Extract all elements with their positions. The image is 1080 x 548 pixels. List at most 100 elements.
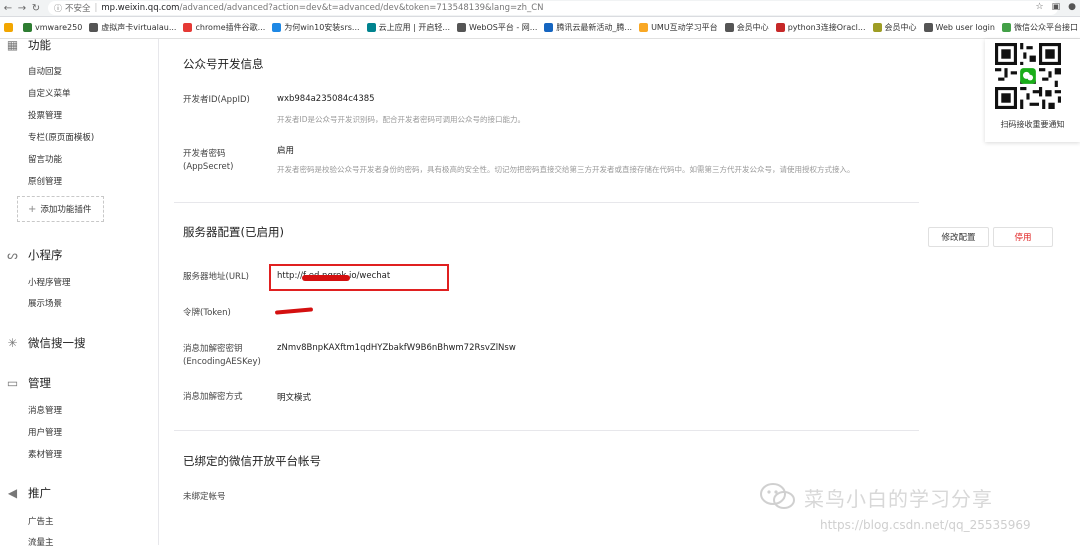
bookmark-favicon-icon <box>923 23 933 32</box>
bookmark-item[interactable]: 会员中心 <box>872 22 917 33</box>
bookmark-item[interactable]: UMU互动学习平台 <box>639 22 718 33</box>
back-icon[interactable]: ← <box>2 3 14 14</box>
bookmark-label: vmware250 <box>35 23 83 32</box>
disable-button[interactable]: 停用 <box>993 227 1053 247</box>
bookmark-label: python3连接Oracl... <box>787 23 866 32</box>
sidebar: ▦ 功能 自动回复 自定义菜单 投票管理 专栏(原页面模板) 留言功能 原创管理… <box>0 37 159 548</box>
aeskey-label: 消息加解密密钥(EncodingAESKey) <box>183 344 261 367</box>
token-redaction-mark <box>274 307 314 315</box>
url-path: /advanced/advanced?action=dev&t=advanced… <box>179 3 544 13</box>
bookmark-item[interactable]: 虚拟声卡virtualau... <box>89 22 176 33</box>
bookmark-favicon-icon <box>724 23 734 32</box>
edit-config-button[interactable]: 修改配置 <box>928 227 989 247</box>
sidebar-item-display-scene[interactable]: 展示场景 <box>28 297 62 309</box>
sidebar-section-manage[interactable]: ▭ 管理 <box>6 375 51 391</box>
bookmark-item[interactable]: 为何win10安装srs... <box>272 22 360 33</box>
sparkle-icon: ✳ <box>7 336 18 350</box>
bookmark-label: 腾讯云最新活动_腾... <box>556 23 633 32</box>
sidebar-item-comments[interactable]: 留言功能 <box>28 153 62 165</box>
sidebar-item-vote[interactable]: 投票管理 <box>28 109 62 121</box>
bookmark-item[interactable]: chrome插件谷歌... <box>183 22 265 33</box>
appid-value: wxb984a235084c4385 <box>277 94 375 104</box>
divider <box>174 202 919 203</box>
wechat-logo-icon <box>760 483 795 509</box>
info-icon[interactable]: ⓘ <box>54 3 62 14</box>
sidebar-section-search[interactable]: ✳ 微信搜一搜 <box>6 335 85 351</box>
appsecret-enable-link[interactable]: 启用 <box>277 144 294 156</box>
bookmark-favicon-icon <box>272 23 282 32</box>
reload-icon[interactable]: ↻ <box>30 3 42 14</box>
megaphone-icon: ◀ <box>7 486 18 500</box>
bookmark-item[interactable]: 会员中心 <box>724 22 769 33</box>
bookmark-favicon-icon <box>183 23 193 32</box>
bookmarks-bar: vmware250 虚拟声卡virtualau... chrome插件谷歌... 为何… <box>0 17 1080 39</box>
bookmark-label: chrome插件谷歌... <box>195 23 266 32</box>
bookmark-favicon-icon <box>457 23 466 32</box>
sidebar-item-original[interactable]: 原创管理 <box>28 175 62 187</box>
bookmark-item[interactable]: 微信公众平台接口 <box>1001 22 1078 33</box>
sidebar-item-miniprogram-manage[interactable]: 小程序管理 <box>28 276 71 288</box>
appsecret-label: 开发者密码(AppSecret) <box>183 149 234 172</box>
address-bar[interactable]: ⓘ 不安全 | mp.weixin.qq.com /advanced/advan… <box>48 1 1058 15</box>
bookmark-label: WebOS平台 - 网... <box>469 23 538 32</box>
bookmark-item[interactable]: Web user login <box>923 23 995 32</box>
bookmark-item[interactable]: WebOS平台 - 网... <box>457 22 537 33</box>
bound-account-value: 未绑定帐号 <box>183 492 226 502</box>
miniprogram-icon: ᔕ <box>7 248 18 262</box>
bookmark-favicon-icon <box>366 23 376 32</box>
sidebar-item-publisher[interactable]: 流量主 <box>28 536 54 548</box>
security-label: 不安全 <box>65 4 91 14</box>
sidebar-item-auto-reply[interactable]: 自动回复 <box>28 65 62 77</box>
bookmark-label: 云上应用 | 开启轻... <box>378 23 450 32</box>
url-host: mp.weixin.qq.com <box>101 3 180 13</box>
redaction-mark <box>302 275 350 281</box>
server-config-title: 服务器配置(已启用) <box>183 225 284 239</box>
sidebar-item-users[interactable]: 用户管理 <box>28 426 62 438</box>
sidebar-item-messages[interactable]: 消息管理 <box>28 404 62 416</box>
bookmark-favicon-icon <box>1001 23 1011 32</box>
appid-description: 开发者ID是公众号开发识别码，配合开发者密码可调用公众号的接口能力。 <box>277 115 525 124</box>
main-content: 公众号开发信息 开发者ID(AppID) wxb984a235084c4385 … <box>159 39 1080 545</box>
extension-icon[interactable]: ▣ <box>1052 2 1061 12</box>
sidebar-item-advertiser[interactable]: 广告主 <box>28 515 54 527</box>
token-label: 令牌(Token) <box>183 308 231 318</box>
appid-label: 开发者ID(AppID) <box>183 95 250 105</box>
sidebar-section-miniprogram[interactable]: ᔕ 小程序 <box>6 247 62 263</box>
bookmark-favicon-icon <box>775 23 785 32</box>
grid-icon: ▦ <box>6 38 19 52</box>
dev-info-title: 公众号开发信息 <box>183 57 264 71</box>
forward-icon[interactable]: → <box>16 3 28 14</box>
sidebar-item-column[interactable]: 专栏(原页面模板) <box>28 131 94 143</box>
bookmark-label: 虚拟声卡virtualau... <box>101 23 177 32</box>
browser-toolbar: ← → ↻ ⓘ 不安全 | mp.weixin.qq.com /advanced… <box>0 0 1080 17</box>
encryption-mode-label: 消息加解密方式 <box>183 392 243 402</box>
watermark-url: https://blog.csdn.net/qq_25535969 <box>820 518 1031 532</box>
divider <box>174 430 919 431</box>
server-url-label: 服务器地址(URL) <box>183 272 249 282</box>
sidebar-item-custom-menu[interactable]: 自定义菜单 <box>28 87 71 99</box>
bookmark-favicon-icon <box>89 23 99 32</box>
qr-caption: 扫码接收重要通知 <box>1000 120 1065 129</box>
bookmark-item[interactable]: 云上应用 | 开启轻... <box>366 22 450 33</box>
apps-icon[interactable] <box>4 23 16 32</box>
bookmark-item[interactable]: vmware250 <box>23 23 82 32</box>
sidebar-section-functions[interactable]: ▦ 功能 <box>6 37 51 53</box>
watermark: 菜鸟小白的学习分享 <box>760 482 993 512</box>
bookmark-favicon-icon <box>23 23 32 32</box>
inbox-icon: ▭ <box>6 376 19 390</box>
qr-notification-card: 扫码接收重要通知 <box>985 39 1080 142</box>
bookmark-label: 会员中心 <box>884 23 917 32</box>
bookmark-item[interactable]: python3连接Oracl... <box>775 22 866 33</box>
sidebar-item-materials[interactable]: 素材管理 <box>28 448 62 460</box>
encryption-mode-value: 明文模式 <box>277 393 312 403</box>
bound-account-title: 已绑定的微信开放平台帐号 <box>183 454 321 468</box>
add-plugin-button[interactable]: + 添加功能插件 <box>17 196 104 222</box>
appsecret-description: 开发者密码是校验公众号开发者身份的密码，具有极高的安全性。切记勿把密码直接交给第… <box>277 165 855 174</box>
star-icon[interactable]: ☆ <box>1036 2 1044 12</box>
bookmark-label: Web user login <box>935 23 995 32</box>
profile-icon[interactable]: ● <box>1068 2 1076 12</box>
watermark-text: 菜鸟小白的学习分享 <box>804 486 993 511</box>
bookmark-item[interactable]: 腾讯云最新活动_腾... <box>544 22 632 33</box>
qr-code <box>995 43 1061 109</box>
sidebar-section-promotion[interactable]: ◀ 推广 <box>6 485 51 501</box>
